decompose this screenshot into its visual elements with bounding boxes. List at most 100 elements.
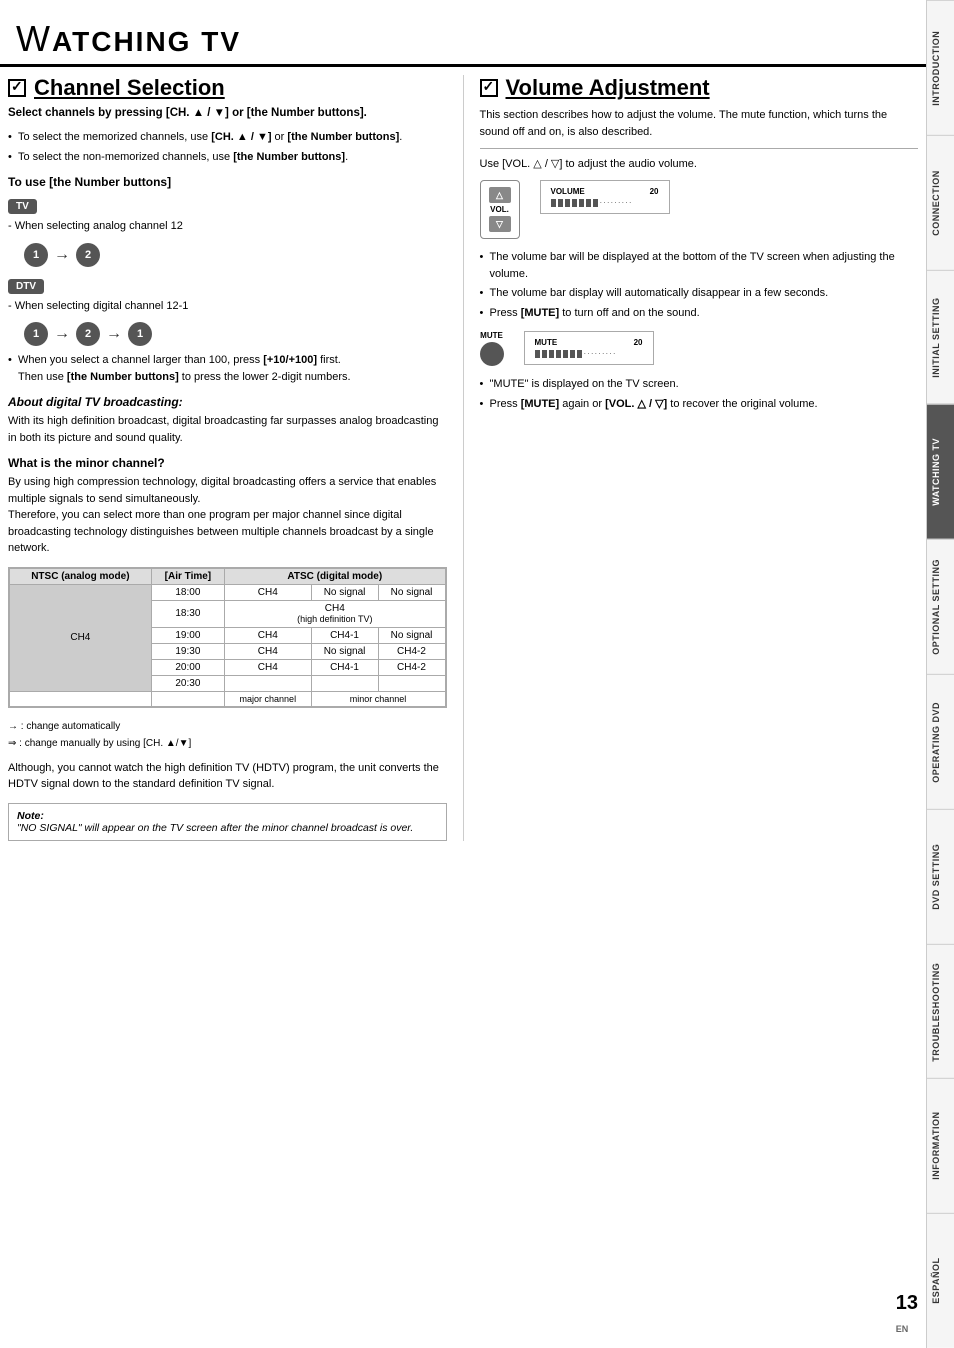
- no-signal-1: No signal: [311, 584, 378, 600]
- volume-heading: Volume Adjustment: [480, 75, 919, 101]
- tab-espanol[interactable]: ESPAÑOL: [927, 1213, 954, 1348]
- vol-seg-3: [565, 199, 570, 207]
- vol-seg-5: [579, 199, 584, 207]
- header-title: ATCHING TV: [52, 26, 241, 57]
- mute-seg-6: [570, 350, 575, 358]
- tab-operating-dvd[interactable]: OPERATING DVD: [927, 674, 954, 809]
- no-signal-2: No signal: [378, 584, 445, 600]
- volume-bullets: The volume bar will be displayed at the …: [480, 249, 919, 321]
- tab-introduction[interactable]: INTRODUCTION: [927, 0, 954, 135]
- vol-bar-label: VOLUME 20: [551, 187, 659, 196]
- mute-seg-1: [535, 350, 540, 358]
- vol-screen-label: VOLUME: [551, 187, 585, 196]
- ch4-1-2000: CH4-1: [311, 659, 378, 675]
- vol-label: VOL.: [490, 205, 509, 214]
- vol-seg-7: [593, 199, 598, 207]
- ch4-atsc: CH4: [225, 584, 312, 600]
- mute-seg-5: [563, 350, 568, 358]
- mute-seg-7: [577, 350, 582, 358]
- mute-seg-3: [549, 350, 554, 358]
- channel-intro: Select channels by pressing [CH. ▲ / ▼] …: [8, 107, 447, 119]
- tv-badge: TV: [8, 199, 37, 214]
- channel-selection-section: Channel Selection Select channels by pre…: [8, 75, 464, 841]
- tab-sidebar: INTRODUCTION CONNECTION INITIAL SETTING …: [926, 0, 954, 1348]
- ntsc-header: NTSC (analog mode): [10, 568, 152, 584]
- vol-bullet-1: The volume bar will be displayed at the …: [480, 249, 919, 282]
- dnum-btn-1: 1: [24, 322, 48, 346]
- channel-bullet-1: To select the memorized channels, use [C…: [8, 129, 447, 146]
- larger-channel-note: When you select a channel larger than 10…: [8, 352, 447, 385]
- minor-channel-label: minor channel: [311, 691, 445, 706]
- mute-screen-label: MUTE: [535, 338, 558, 347]
- vol-seg-1: [551, 199, 556, 207]
- mute-dots: ·········: [584, 349, 617, 358]
- mute-bullets: "MUTE" is displayed on the TV screen. Pr…: [480, 376, 919, 412]
- ch4-2000: CH4: [225, 659, 312, 675]
- tab-watching-tv[interactable]: WATCHING TV: [927, 404, 954, 539]
- major-channel-label: major channel: [225, 691, 312, 706]
- time-1930: 19:30: [151, 643, 224, 659]
- footer-empty1: [10, 691, 152, 706]
- tab-dvd-setting[interactable]: DVD SETTING: [927, 809, 954, 944]
- mute-bullet-1: "MUTE" is displayed on the TV screen.: [480, 376, 919, 393]
- volume-intro: This section describes how to adjust the…: [480, 107, 919, 140]
- ch4-1-1900: CH4-1: [311, 627, 378, 643]
- dnum-btn-2: 2: [76, 322, 100, 346]
- channel-checkbox-icon: [8, 79, 26, 97]
- high-def-cell: CH4(high definition TV): [225, 600, 445, 627]
- atsc-header: ATSC (digital mode): [225, 568, 445, 584]
- dtv-note: - When selecting digital channel 12-1: [8, 298, 447, 315]
- ch4-ntsc: CH4: [10, 584, 152, 691]
- time-1900: 19:00: [151, 627, 224, 643]
- darrow-2: →: [106, 325, 122, 343]
- volume-heading-text: Volume Adjustment: [506, 75, 710, 101]
- dnum-btn-3: 1: [128, 322, 152, 346]
- page-num-text: 13: [896, 1292, 918, 1314]
- tab-troubleshooting[interactable]: TROUBLESHOOTING: [927, 944, 954, 1079]
- channel-heading: Channel Selection: [8, 75, 447, 101]
- vol-bullet-2: The volume bar display will automaticall…: [480, 285, 919, 302]
- time-2030: 20:30: [151, 675, 224, 691]
- table-row: CH4 18:00 CH4 No signal No signal: [10, 584, 446, 600]
- volume-section: Volume Adjustment This section describes…: [464, 75, 919, 841]
- vol-seg-4: [572, 199, 577, 207]
- num-btn-1: 1: [24, 243, 48, 267]
- ch4-2-1930: CH4-2: [378, 643, 445, 659]
- analog-diagram: 1 → 2: [24, 243, 447, 267]
- note-label: Note:: [17, 810, 44, 822]
- tab-optional-setting[interactable]: OPTIONAL SETTING: [927, 539, 954, 674]
- channel-bullet-2: To select the non-memorized channels, us…: [8, 149, 447, 166]
- mute-diagram: MUTE MUTE 20: [480, 331, 919, 366]
- tv-note: - When selecting analog channel 12: [8, 218, 447, 235]
- empty-3: [378, 675, 445, 691]
- mute-seg-2: [542, 350, 547, 358]
- footer-empty2: [151, 691, 224, 706]
- vol-seg-2: [558, 199, 563, 207]
- page-lang: EN: [896, 1324, 909, 1334]
- mute-seg-4: [556, 350, 561, 358]
- tv-screen-vol: VOLUME 20 ·········: [540, 180, 670, 214]
- legend: → : change automatically ⇒ : change manu…: [8, 718, 447, 752]
- ch4-2-2000: CH4-2: [378, 659, 445, 675]
- tab-connection[interactable]: CONNECTION: [927, 135, 954, 270]
- channel-table: NTSC (analog mode) [Air Time] ATSC (digi…: [8, 567, 447, 708]
- time-2000: 20:00: [151, 659, 224, 675]
- darrow-1: →: [54, 325, 70, 343]
- time-1800: 18:00: [151, 584, 224, 600]
- empty-1: [225, 675, 312, 691]
- tab-initial-setting[interactable]: INITIAL SETTING: [927, 270, 954, 405]
- arrow-1: →: [54, 246, 70, 264]
- ch4-1900: CH4: [225, 627, 312, 643]
- page-header: WATCHING TV: [0, 10, 926, 67]
- page-title: WATCHING TV: [16, 18, 910, 60]
- tab-information[interactable]: INFORMATION: [927, 1078, 954, 1213]
- ch4-1930: CH4: [225, 643, 312, 659]
- to-use-heading: To use [the Number buttons]: [8, 175, 447, 189]
- vol-seg-6: [586, 199, 591, 207]
- mute-btn-circle: [480, 342, 504, 366]
- legend-auto: → : change automatically: [8, 718, 447, 735]
- tv-screen-mute: MUTE 20 ·········: [524, 331, 654, 365]
- page-number: 13 EN: [896, 1292, 918, 1338]
- no-signal-1930: No signal: [311, 643, 378, 659]
- vol-remote: △ VOL. ▽: [480, 180, 520, 239]
